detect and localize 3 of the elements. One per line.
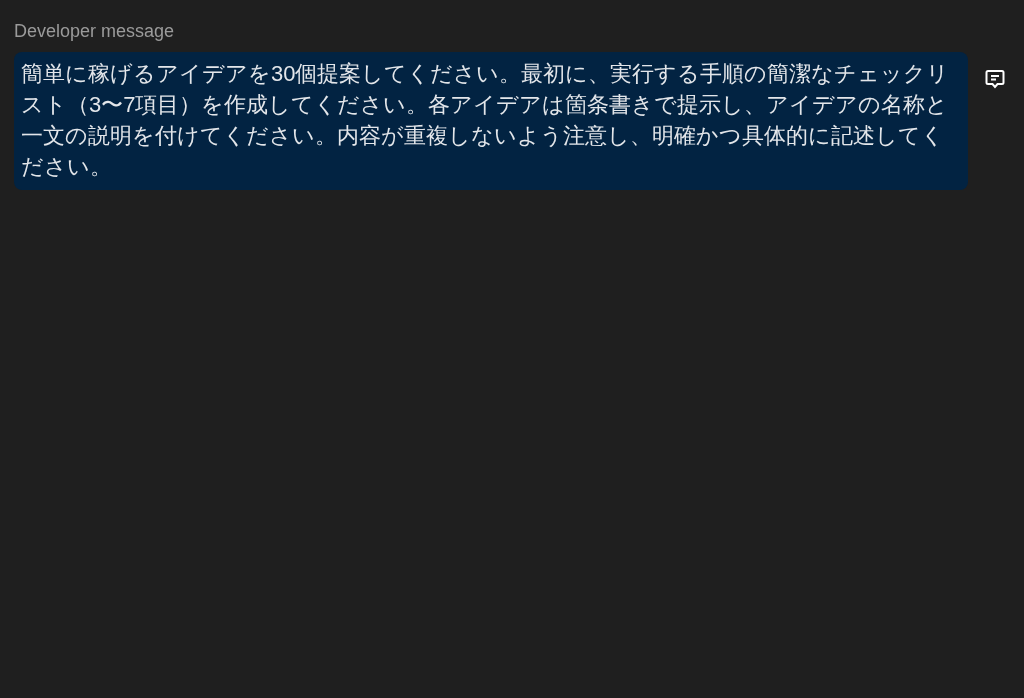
- message-text: 簡単に稼げるアイデアを30個提案してください。最初に、実行する手順の簡潔なチェックリスト（3〜7項目）を作成してください。各アイデアは箇条書きで提示し、アイデアの名称と一文の説明を付けてください。内容が重複しないよう注意し、明確かつ具体的に記述してください。: [14, 52, 968, 190]
- comment-icon: [984, 68, 1006, 90]
- message-role-label: Developer message: [14, 20, 175, 43]
